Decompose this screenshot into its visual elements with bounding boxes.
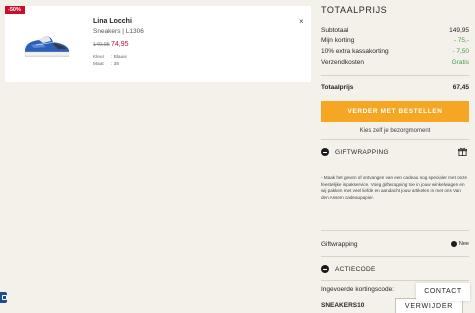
attribute-value: : 38 [111,62,120,67]
total-value: 67,45 [452,84,469,91]
continue-checkout-button[interactable]: VERDER MET BESTELLEN [321,101,469,122]
radio-dot-icon[interactable] [450,241,457,247]
giftwrapping-description: - Maak het geven of ontvangen van een ca… [321,175,469,201]
coupon-label: Ingevoerde kortingscode: [321,286,394,293]
summary-row-subtotal: Subtotaal 149,95 [321,27,469,34]
row-value: 149,95 [449,27,469,34]
divider [321,230,469,231]
attribute-label: Maat [93,62,104,67]
summary-title: TOTAALPRIJS [321,5,388,15]
product-subtitle: Sneakers | L1306 [93,28,144,35]
sneaker-image[interactable] [22,30,72,60]
attribute-color: Kleur : Blauw [93,55,127,60]
product-card: -50% Lina Locchi Sneakers | L1306 149,95… [5,6,311,82]
giftwrapping-option-value: Nee [458,241,469,247]
sale-price: 74,95 [111,41,129,48]
collapse-minus-icon[interactable] [321,265,329,273]
original-price: 149,95 [93,42,110,48]
gift-text-emphasis: giftwrapping [382,181,408,187]
row-value: - 75,- [453,37,469,44]
summary-row-shipping: Verzendkosten Gratis [321,59,469,66]
giftwrapping-title: GIFTWRAPPING [335,148,389,156]
divider [321,75,469,76]
giftwrapping-toggle-section[interactable]: GIFTWRAPPING [321,146,469,158]
giftwrapping-option-row: Giftwrapping Nee [321,239,469,249]
row-value: Gratis [451,59,469,66]
remove-item-close-icon[interactable]: × [299,18,304,26]
row-label: Verzendkosten [321,59,365,66]
coupon-title: ACTIECODE [335,265,376,273]
row-label: Subtotaal [321,27,349,34]
giftwrapping-option-label: Giftwrapping [321,240,358,248]
contact-button[interactable]: CONTACT [416,283,470,301]
collapse-minus-icon[interactable] [321,148,329,156]
row-label: 10% extra kassakorting [321,48,389,55]
row-value: - 7,50 [452,48,469,55]
total-label: Totaalprijs [321,84,354,91]
coupon-toggle-section[interactable]: ACTIECODE [321,263,469,275]
coupon-code: SNEAKERS10 [321,302,365,309]
divider [321,256,469,257]
delivery-moment-note: Kies zelf je bezorgmoment [359,128,431,134]
divider [321,280,469,281]
attribute-label: Kleur [93,55,105,60]
summary-row-total: Totaalprijs 67,45 [321,84,469,91]
product-brand[interactable]: Lina Locchi [93,18,132,25]
summary-row-discount: Mijn korting - 75,- [321,37,469,44]
divider [321,139,469,140]
discount-badge: -50% [5,6,25,14]
giftwrapping-radio[interactable]: Nee [450,241,469,247]
summary-row-extra-discount: 10% extra kassakorting - 7,50 [321,48,469,55]
chat-icon[interactable] [0,292,7,303]
gift-icon [458,147,467,156]
row-label: Mijn korting [321,37,355,44]
attribute-value: : Blauw [111,55,127,60]
attribute-size: Maat : 38 [93,62,119,67]
